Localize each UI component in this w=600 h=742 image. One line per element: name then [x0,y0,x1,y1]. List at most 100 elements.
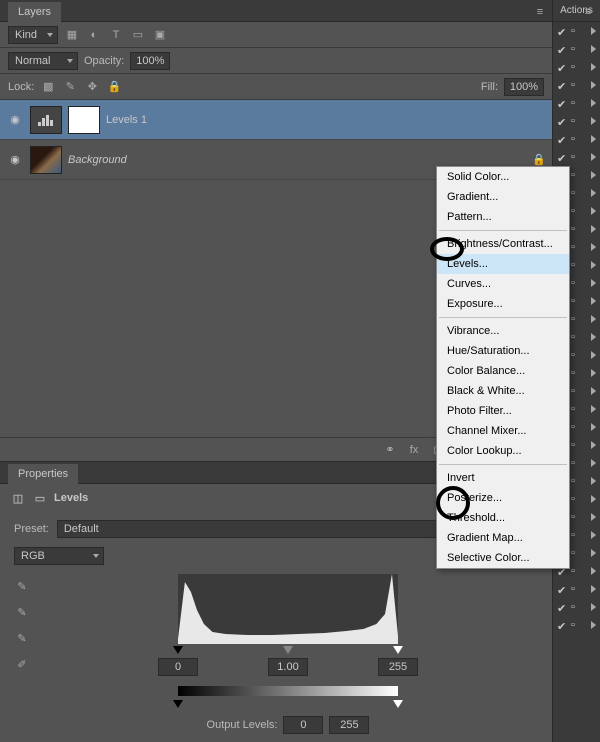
action-item[interactable]: ✔▫ [553,94,600,112]
menu-item-selective-color-[interactable]: Selective Color... [437,548,569,568]
check-icon[interactable]: ✔ [557,584,567,594]
action-item[interactable]: ✔▫ [553,40,600,58]
menu-item-levels-[interactable]: Levels... [437,254,569,274]
check-icon[interactable]: ✔ [557,62,567,72]
expand-arrow-icon[interactable] [591,261,596,269]
expand-arrow-icon[interactable] [591,153,596,161]
image-thumbnail[interactable] [30,146,62,174]
layer-name[interactable]: Levels 1 [106,114,546,126]
check-icon[interactable]: ✔ [557,98,567,108]
menu-item-gradient-map-[interactable]: Gradient Map... [437,528,569,548]
menu-item-channel-mixer-[interactable]: Channel Mixer... [437,421,569,441]
menu-item-black-white-[interactable]: Black & White... [437,381,569,401]
action-item[interactable]: ✔▫ [553,598,600,616]
expand-arrow-icon[interactable] [591,621,596,629]
lock-position-icon[interactable]: ✥ [84,79,100,95]
expand-arrow-icon[interactable] [591,45,596,53]
expand-arrow-icon[interactable] [591,603,596,611]
expand-arrow-icon[interactable] [591,495,596,503]
expand-arrow-icon[interactable] [591,135,596,143]
expand-arrow-icon[interactable] [591,441,596,449]
input-slider[interactable] [178,646,398,656]
fill-input[interactable]: 100% [504,78,544,96]
black-point-handle[interactable] [173,646,183,654]
panel-menu-icon[interactable]: ≡ [532,4,548,20]
output-slider[interactable] [178,700,398,710]
action-item[interactable]: ✔▫ [553,616,600,634]
white-eyedropper-icon[interactable]: ✎ [14,630,30,646]
expand-arrow-icon[interactable] [591,567,596,575]
expand-arrow-icon[interactable] [591,189,596,197]
layer-name[interactable]: Background [68,154,526,166]
expand-arrow-icon[interactable] [591,243,596,251]
expand-arrow-icon[interactable] [591,387,596,395]
filter-kind-select[interactable]: Kind [8,26,58,44]
mask-icon[interactable]: ▭ [32,490,48,506]
preset-menu-icon[interactable]: ≡ [580,4,596,20]
expand-arrow-icon[interactable] [591,117,596,125]
action-item[interactable]: ✔▫ [553,22,600,40]
menu-item-solid-color-[interactable]: Solid Color... [437,167,569,187]
expand-arrow-icon[interactable] [591,99,596,107]
expand-arrow-icon[interactable] [591,315,596,323]
menu-item-threshold-[interactable]: Threshold... [437,508,569,528]
check-icon[interactable]: ✔ [557,602,567,612]
check-icon[interactable]: ✔ [557,44,567,54]
expand-arrow-icon[interactable] [591,207,596,215]
expand-arrow-icon[interactable] [591,63,596,71]
layer-style-icon[interactable]: fx [406,442,422,458]
visibility-icon[interactable]: ◉ [6,113,24,126]
output-white-field[interactable]: 255 [329,716,369,734]
check-icon[interactable]: ✔ [557,134,567,144]
check-icon[interactable]: ✔ [557,26,567,36]
menu-item-photo-filter-[interactable]: Photo Filter... [437,401,569,421]
expand-arrow-icon[interactable] [591,549,596,557]
menu-item-curves-[interactable]: Curves... [437,274,569,294]
expand-arrow-icon[interactable] [591,423,596,431]
opacity-input[interactable]: 100% [130,52,170,70]
expand-arrow-icon[interactable] [591,351,596,359]
action-item[interactable]: ✔▫ [553,112,600,130]
edit-icon[interactable]: ✐ [14,656,30,672]
layers-tab[interactable]: Layers [8,2,61,22]
input-mid-field[interactable]: 1.00 [268,658,308,676]
filter-pixel-icon[interactable]: ▦ [64,27,80,43]
filter-smart-icon[interactable]: ▣ [152,27,168,43]
menu-item-gradient-[interactable]: Gradient... [437,187,569,207]
check-icon[interactable]: ✔ [557,116,567,126]
properties-tab[interactable]: Properties [8,464,78,484]
check-icon[interactable]: ✔ [557,152,567,162]
lock-pixels-icon[interactable]: ✎ [62,79,78,95]
expand-arrow-icon[interactable] [591,531,596,539]
menu-item-pattern-[interactable]: Pattern... [437,207,569,227]
menu-item-invert[interactable]: Invert [437,468,569,488]
expand-arrow-icon[interactable] [591,333,596,341]
input-black-field[interactable]: 0 [158,658,198,676]
filter-adjustment-icon[interactable]: ◐ [86,27,102,43]
gray-eyedropper-icon[interactable]: ✎ [14,604,30,620]
action-item[interactable]: ✔▫ [553,130,600,148]
output-white-handle[interactable] [393,700,403,708]
menu-item-exposure-[interactable]: Exposure... [437,294,569,314]
link-layers-icon[interactable]: ⚭ [382,442,398,458]
lock-transparency-icon[interactable]: ▩ [40,79,56,95]
expand-arrow-icon[interactable] [591,405,596,413]
check-icon[interactable]: ✔ [557,620,567,630]
expand-arrow-icon[interactable] [591,477,596,485]
menu-item-posterize-[interactable]: Posterize... [437,488,569,508]
output-black-field[interactable]: 0 [283,716,323,734]
adjustment-thumbnail[interactable] [30,106,62,134]
action-item[interactable]: ✔▫ [553,58,600,76]
levels-icon[interactable]: ◫ [10,490,26,506]
expand-arrow-icon[interactable] [591,225,596,233]
channel-select[interactable]: RGB [14,547,104,565]
menu-item-vibrance-[interactable]: Vibrance... [437,321,569,341]
lock-all-icon[interactable]: 🔒 [106,79,122,95]
filter-shape-icon[interactable]: ▭ [130,27,146,43]
expand-arrow-icon[interactable] [591,279,596,287]
menu-item-hue-saturation-[interactable]: Hue/Saturation... [437,341,569,361]
menu-item-brightness-contrast-[interactable]: Brightness/Contrast... [437,234,569,254]
action-item[interactable]: ✔▫ [553,148,600,166]
expand-arrow-icon[interactable] [591,459,596,467]
blend-mode-select[interactable]: Normal [8,52,78,70]
